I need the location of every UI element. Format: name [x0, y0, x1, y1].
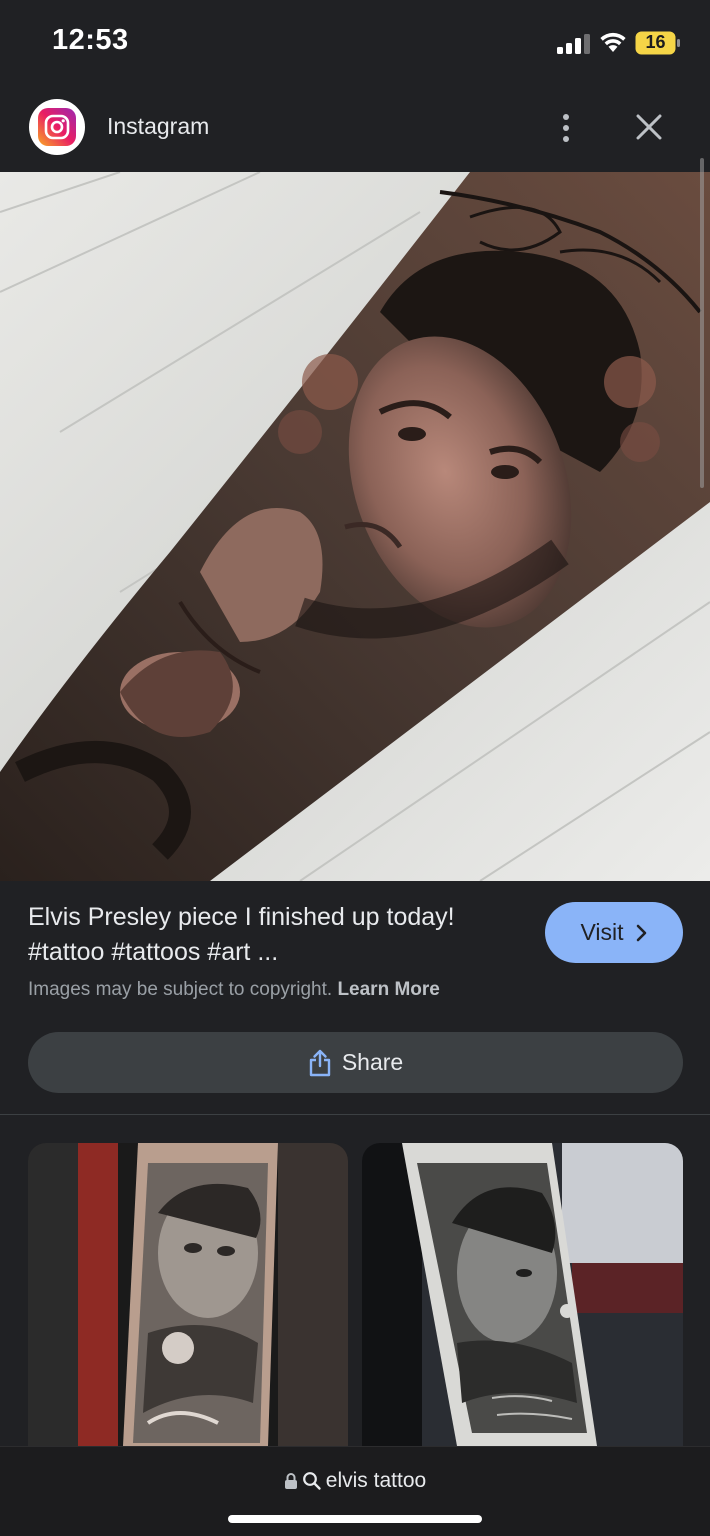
visit-label: Visit — [580, 919, 624, 945]
battery-indicator: 16 — [635, 31, 681, 55]
wifi-icon — [600, 32, 626, 52]
battery-level: 16 — [645, 32, 666, 52]
address-bar[interactable]: elvis tattoo — [0, 1446, 710, 1536]
tattoo-photo — [0, 172, 710, 881]
scrollbar[interactable] — [700, 158, 704, 488]
more-options-icon[interactable] — [550, 106, 582, 150]
chevron-right-icon — [636, 924, 646, 941]
status-bar: 12:53 16 — [0, 0, 710, 86]
share-icon — [309, 1049, 331, 1076]
related-image-1[interactable] — [28, 1143, 348, 1446]
search-icon — [302, 1472, 321, 1490]
search-query: elvis tattoo — [325, 1469, 427, 1492]
url-row[interactable]: elvis tattoo — [0, 1469, 710, 1493]
main-result-image[interactable] — [0, 172, 710, 881]
divider — [0, 1114, 710, 1115]
related-tattoo-photo-1 — [28, 1143, 348, 1446]
result-title[interactable]: Elvis Presley piece I finished up today!… — [28, 900, 528, 970]
learn-more-link[interactable]: Learn More — [337, 979, 439, 1000]
source-header: Instagram — [0, 86, 710, 172]
status-time: 12:53 — [52, 24, 129, 56]
related-image-2[interactable] — [362, 1143, 683, 1446]
related-tattoo-photo-2 — [362, 1143, 683, 1446]
home-indicator[interactable] — [228, 1515, 482, 1523]
visit-button[interactable]: Visit — [545, 902, 683, 963]
instagram-icon[interactable] — [29, 99, 85, 155]
share-button[interactable]: Share — [28, 1032, 683, 1093]
share-label: Share — [341, 1049, 404, 1075]
lock-icon — [284, 1473, 297, 1489]
cellular-signal-icon — [557, 34, 590, 54]
close-icon[interactable] — [630, 108, 668, 146]
image-viewer-page: 12:53 16 Instagram Elvis Presley piece I… — [0, 0, 710, 1536]
copyright-notice: Images may be subject to copyright. Lear… — [28, 979, 440, 1001]
site-name[interactable]: Instagram — [107, 113, 209, 140]
copyright-text: Images may be subject to copyright. — [28, 979, 333, 1000]
